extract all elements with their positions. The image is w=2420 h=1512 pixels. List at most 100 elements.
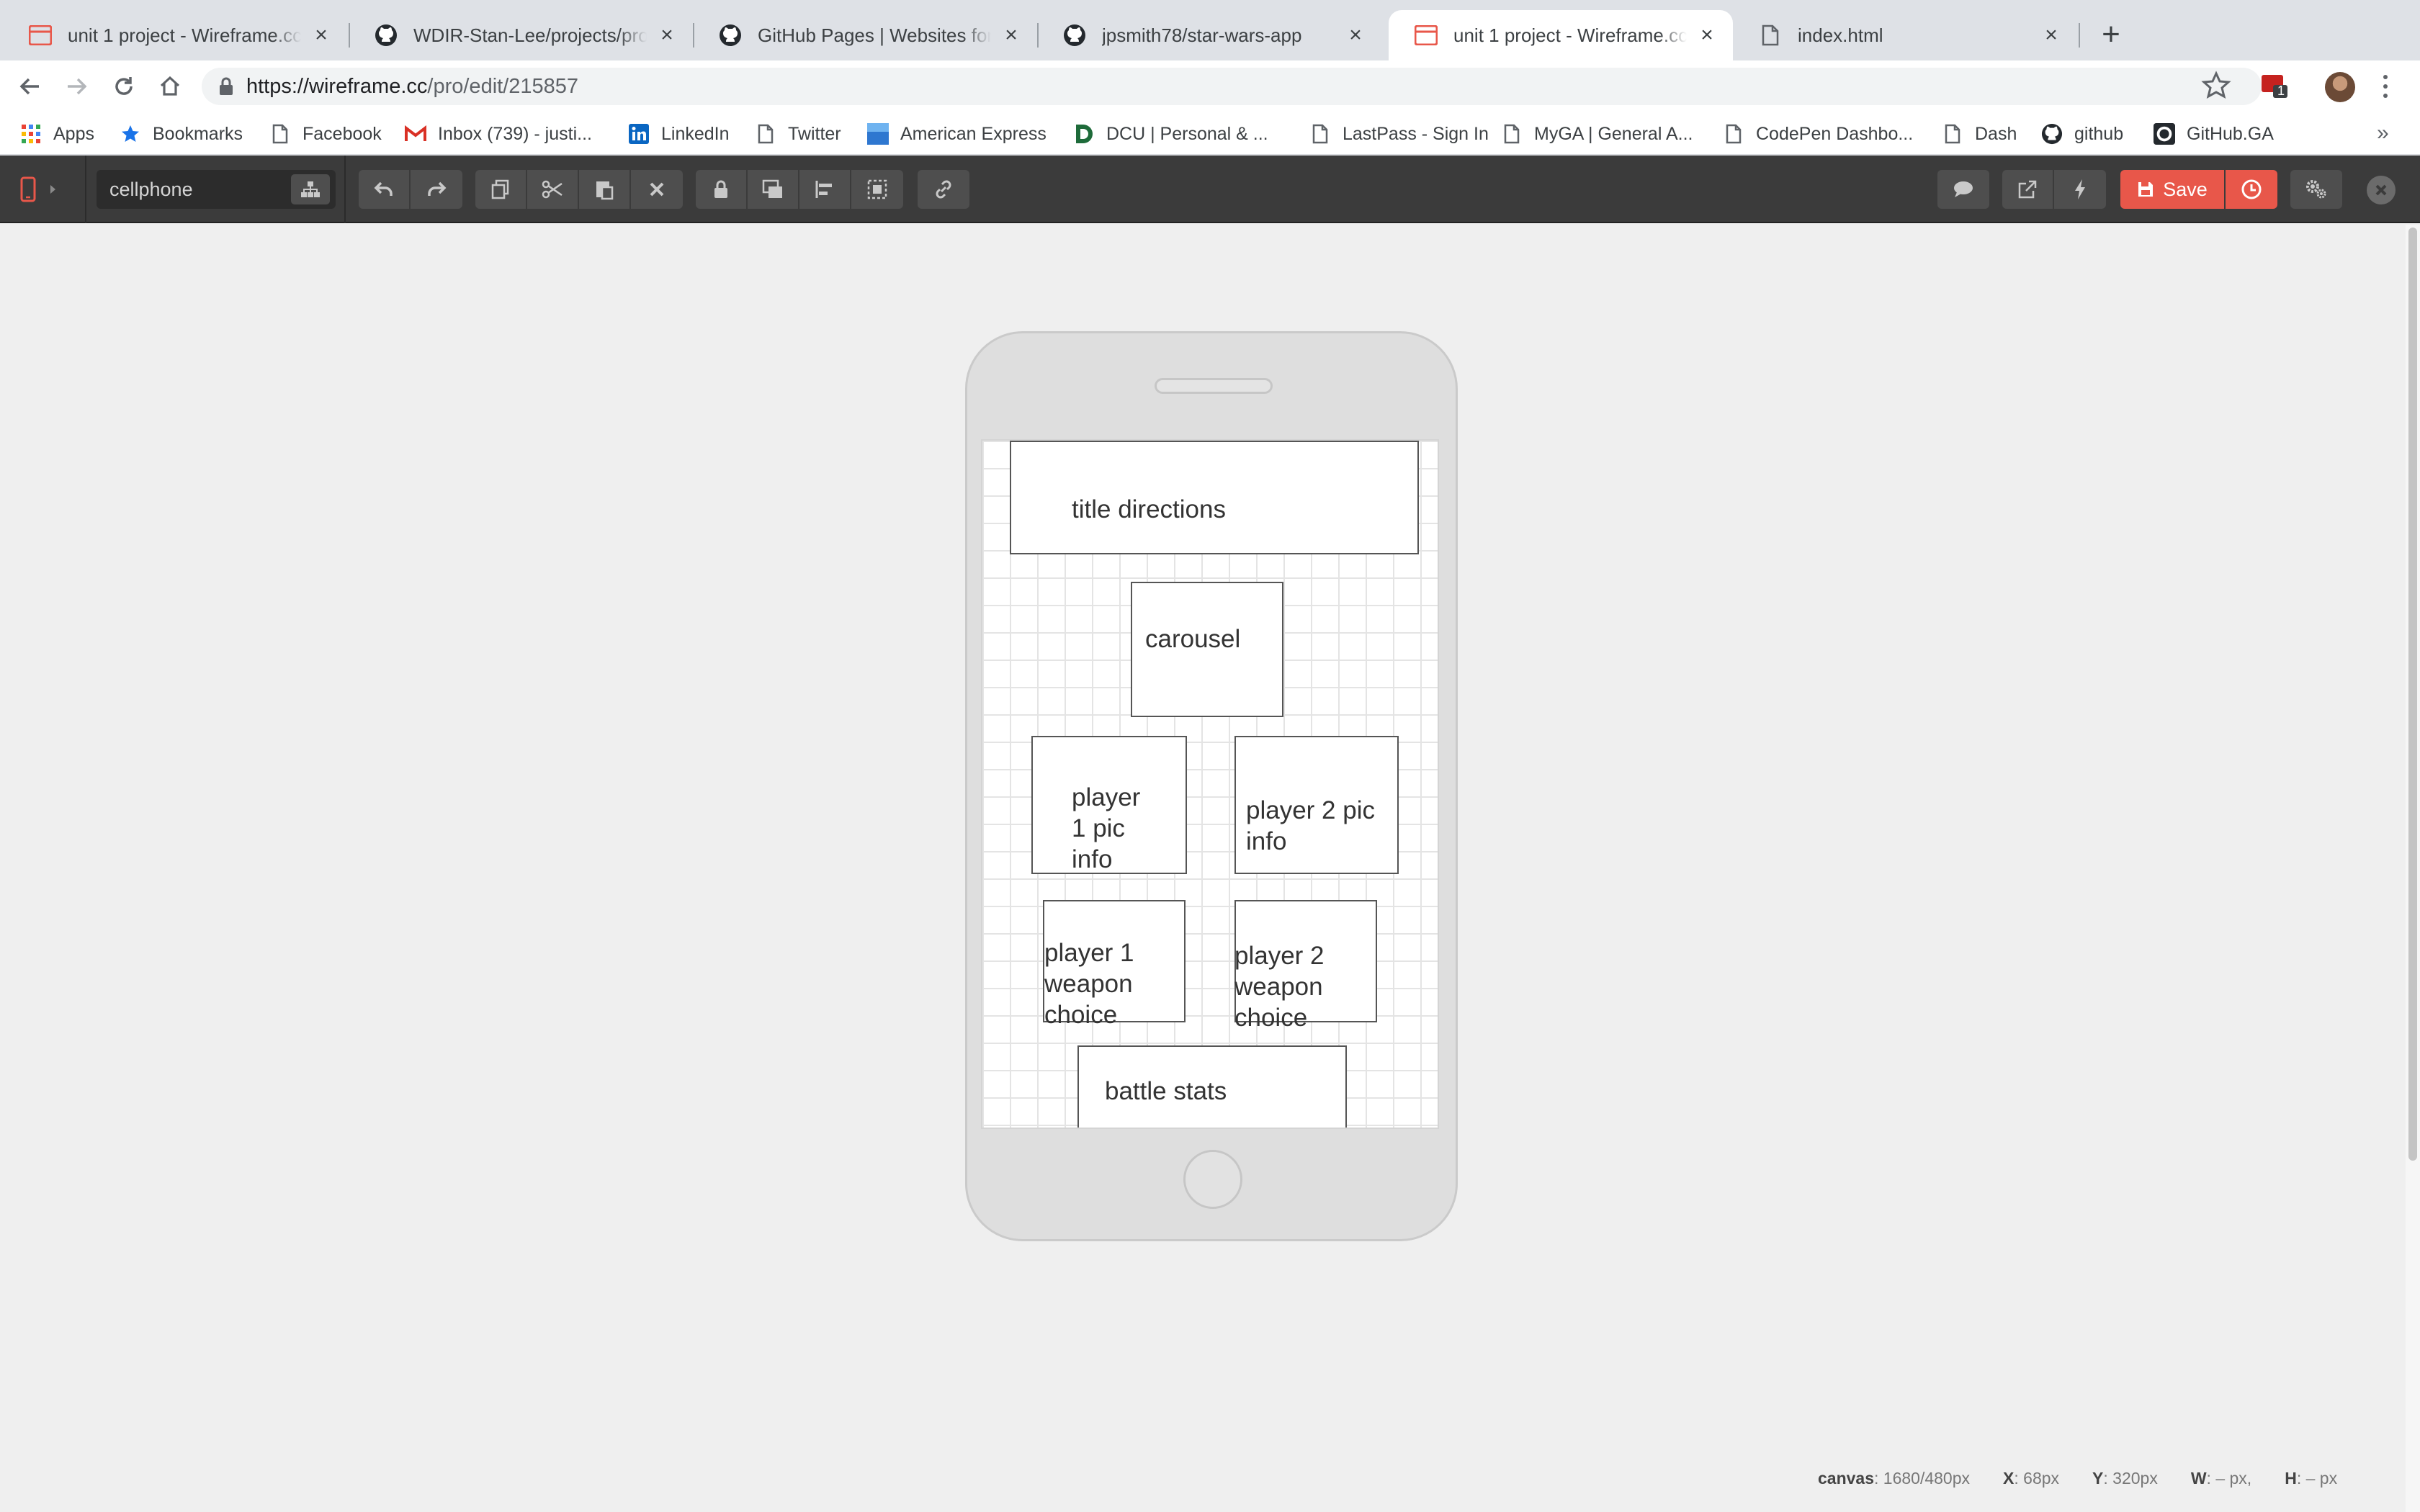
bookmark-lastpass[interactable]: LastPass - Sign In [1309, 120, 1489, 148]
bookmarks-bar: Apps Bookmarks Facebook Inbox (739) - ju… [0, 112, 2420, 156]
file-icon [1759, 24, 1782, 47]
bookmark-bookmarks[interactable]: Bookmarks [120, 120, 243, 148]
scrollbar-thumb[interactable] [2408, 228, 2417, 1161]
tab-wireframe-1[interactable]: unit 1 project - Wireframe.cc Pro × [3, 10, 347, 60]
sitemap-button[interactable] [291, 174, 330, 204]
readout-value: : 1680/480px [1874, 1468, 1971, 1488]
align-left-icon [815, 181, 832, 198]
quick-actions-button[interactable] [2054, 170, 2106, 209]
bookmark-star-icon[interactable] [2200, 69, 2233, 102]
gmail-icon [405, 123, 426, 145]
bookmarks-overflow-button[interactable]: » [2377, 121, 2389, 145]
settings-button[interactable] [2290, 170, 2342, 209]
paste-button[interactable] [579, 170, 631, 209]
close-tab-icon[interactable]: × [1695, 24, 1718, 47]
bring-to-front-button[interactable] [748, 170, 799, 209]
tab-github-pages[interactable]: GitHub Pages | Websites for you × [693, 10, 1037, 60]
player-1-weapon-choice-box[interactable]: player 1 weapon choice [1043, 900, 1186, 1029]
close-tab-icon[interactable]: × [655, 24, 678, 47]
x-readout: X: 68px [2003, 1469, 2059, 1488]
editor-toolbar: Save [0, 156, 2420, 223]
tab-index-html[interactable]: index.html × [1733, 10, 2077, 60]
tab-title: unit 1 project - Wireframe.cc Pro [68, 24, 301, 46]
bookmark-github-ga[interactable]: GitHub.GA [2154, 120, 2274, 148]
reload-icon [115, 77, 133, 95]
close-tab-icon[interactable]: × [1344, 24, 1367, 47]
lightning-icon [2075, 179, 2085, 199]
bookmark-gmail-inbox[interactable]: Inbox (739) - justi... [405, 120, 592, 148]
bookmark-label: github [2074, 123, 2124, 144]
tab-wireframe-active[interactable]: unit 1 project - Wireframe.cc Pro × [1389, 10, 1733, 60]
home-button[interactable] [154, 71, 186, 102]
bookmark-linkedin[interactable]: LinkedIn [628, 120, 730, 148]
bookmark-label: LastPass - Sign In [1343, 123, 1489, 144]
title-directions-box[interactable]: title directions [1010, 441, 1419, 554]
group-button[interactable] [851, 170, 903, 209]
history-button[interactable] [2226, 170, 2277, 209]
player-1-pic-info-box[interactable]: player 1 pic info [1031, 736, 1187, 874]
canvas-size-readout: canvas: 1680/480px [1818, 1469, 1970, 1488]
file-icon [1501, 123, 1523, 145]
caret-right-icon [50, 185, 55, 194]
tab-divider [2079, 23, 2080, 48]
new-tab-button[interactable]: + [2094, 19, 2128, 52]
close-tab-icon[interactable]: × [310, 24, 333, 47]
github-icon [719, 24, 742, 47]
close-tab-icon[interactable]: × [2040, 24, 2063, 47]
readout-label: X [2003, 1468, 2015, 1488]
player-2-pic-info-box[interactable]: player 2 pic info [1234, 736, 1399, 874]
lock-button[interactable] [696, 170, 748, 209]
forward-arrow-icon [68, 78, 87, 95]
player-2-weapon-choice-box[interactable]: player 2 weapon choice [1234, 900, 1377, 1032]
phone-screen-grid[interactable]: title directions carousel player 1 pic i… [981, 439, 1439, 1129]
reload-button[interactable] [108, 71, 140, 102]
bookmark-twitter[interactable]: Twitter [755, 120, 841, 148]
github-icon [2041, 123, 2063, 145]
tab-title: jpsmith78/star-wars-app [1102, 24, 1302, 46]
readout-label: H [2285, 1468, 2297, 1488]
bookmark-dcu[interactable]: DCU | Personal & ... [1073, 120, 1268, 148]
back-button[interactable] [14, 71, 46, 102]
address-bar[interactable]: https://wireframe.cc/pro/edit/215857 [202, 68, 2262, 105]
page-name-input[interactable] [97, 170, 284, 209]
bookmark-apps[interactable]: Apps [20, 120, 94, 148]
forward-button[interactable] [60, 71, 92, 102]
extension-button[interactable]: 1 [2260, 73, 2289, 99]
save-button[interactable]: Save [2120, 170, 2224, 209]
comments-button[interactable] [1937, 170, 1989, 209]
tab-wdir-project[interactable]: WDIR-Stan-Lee/projects/project-1 × [349, 10, 693, 60]
redo-button[interactable] [411, 170, 462, 209]
bookmark-github[interactable]: github [2041, 120, 2123, 148]
tab-star-wars-app[interactable]: jpsmith78/star-wars-app × [1037, 10, 1381, 60]
bookmark-label: Apps [53, 123, 94, 144]
bookmark-american-express[interactable]: American Express [867, 120, 1047, 148]
close-icon [650, 182, 664, 197]
cut-button[interactable] [527, 170, 579, 209]
vertical-scrollbar[interactable] [2406, 225, 2420, 1512]
close-tab-icon[interactable]: × [1000, 24, 1023, 47]
y-readout: Y: 320px [2092, 1469, 2158, 1488]
apps-grid-icon [20, 123, 42, 145]
bookmark-dash[interactable]: Dash [1942, 120, 2017, 148]
github-icon [375, 24, 398, 47]
duplicate-button[interactable] [475, 170, 527, 209]
link-button[interactable] [918, 170, 969, 209]
undo-redo-group [359, 170, 462, 209]
back-arrow-icon [19, 78, 39, 95]
browser-menu-icon[interactable] [2377, 72, 2394, 101]
profile-avatar[interactable] [2325, 72, 2355, 102]
bookmark-codepen[interactable]: CodePen Dashbo... [1723, 120, 1913, 148]
carousel-box[interactable]: carousel [1131, 582, 1283, 717]
device-select-button[interactable] [20, 170, 69, 209]
bookmark-myga[interactable]: MyGA | General A... [1501, 120, 1693, 148]
wireframe-label: player 2 weapon choice [1234, 942, 1325, 1032]
battle-stats-box[interactable]: battle stats [1077, 1045, 1347, 1128]
align-button[interactable] [799, 170, 851, 209]
close-editor-button[interactable] [2367, 176, 2396, 204]
tab-title: unit 1 project - Wireframe.cc Pro [1453, 24, 1687, 46]
undo-button[interactable] [359, 170, 411, 209]
bookmark-facebook[interactable]: Facebook [269, 120, 382, 148]
delete-button[interactable] [631, 170, 683, 209]
bookmark-label: MyGA | General A... [1534, 123, 1693, 144]
preview-button[interactable] [2002, 170, 2054, 209]
